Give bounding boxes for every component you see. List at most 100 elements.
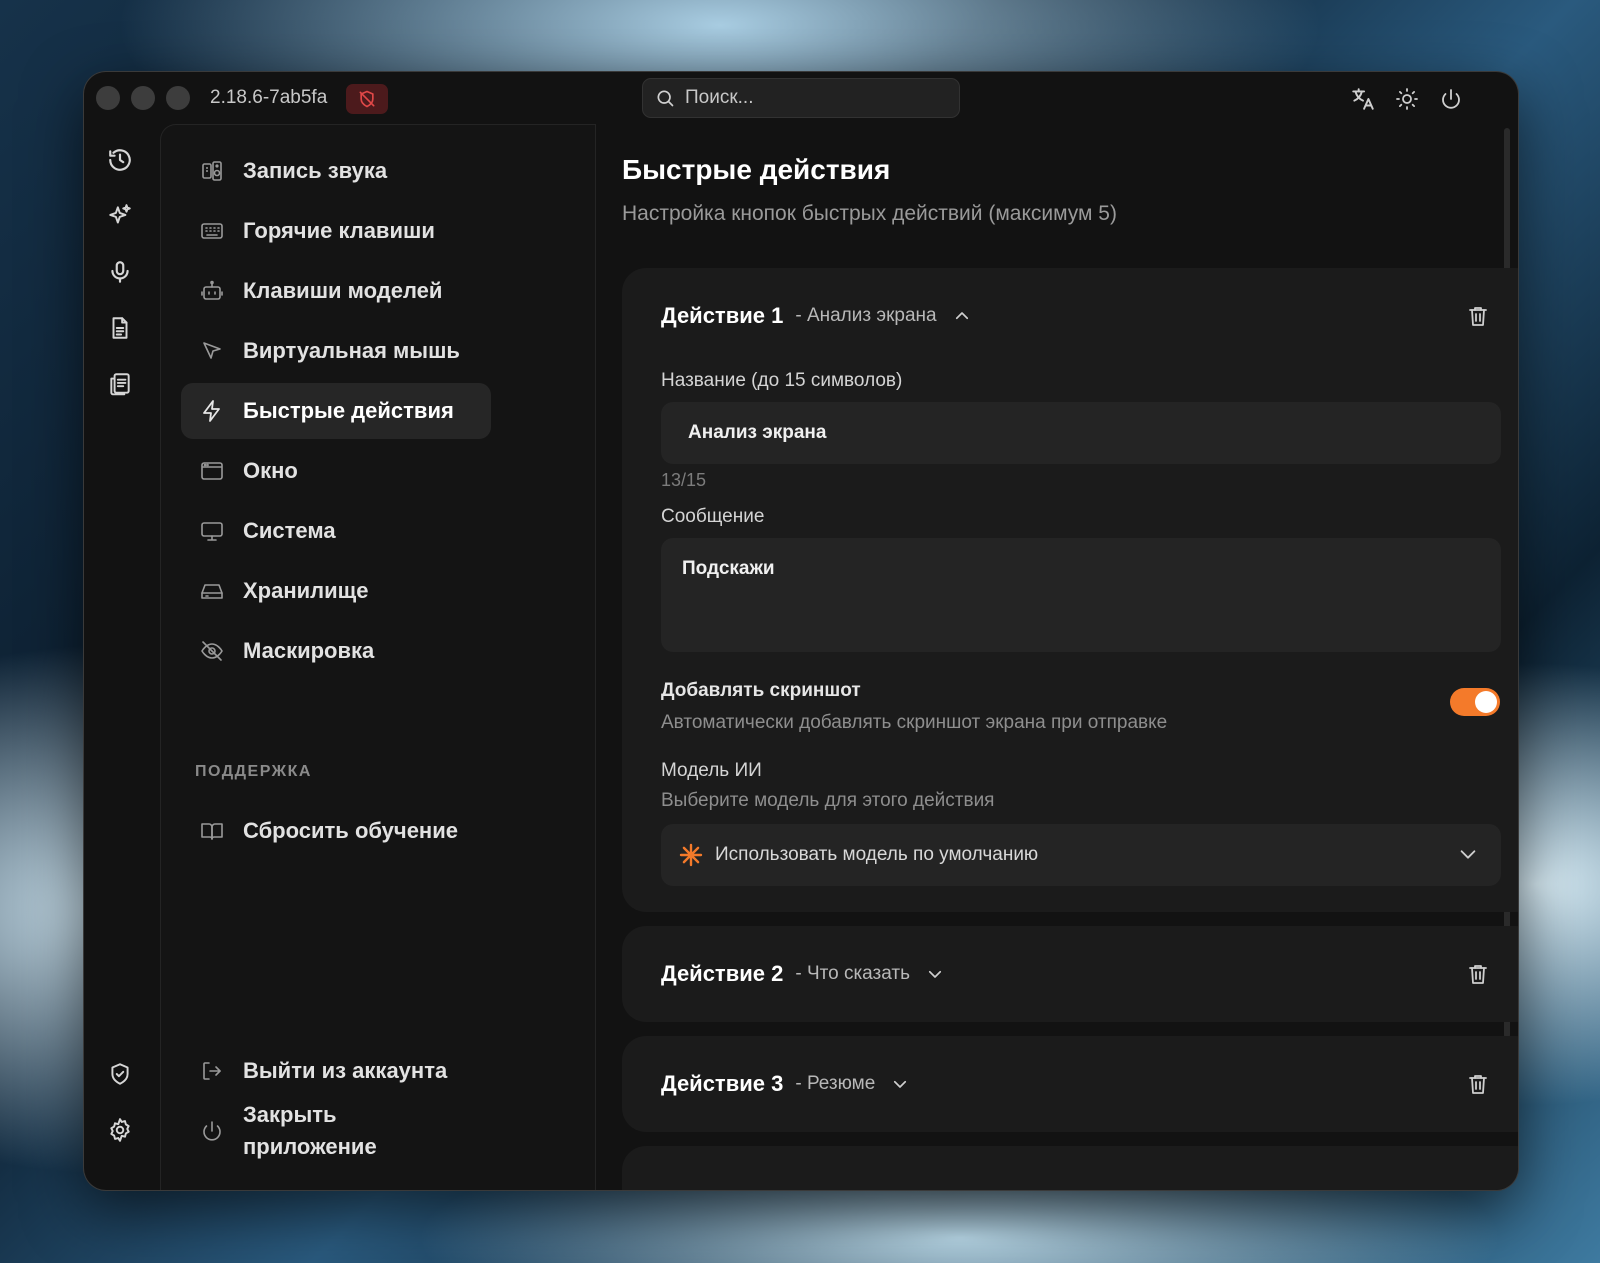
action-card-2: Действие 2 - Что сказать <box>622 926 1518 1022</box>
zoom-window-button[interactable] <box>166 86 190 110</box>
sidebar-item-label: Выйти из аккаунта <box>243 1058 448 1083</box>
settings-sidebar: Запись звука Горячие клавиши Клавиши мод… <box>160 124 596 1190</box>
action-card-1: Действие 1 - Анализ экрана Название (до … <box>622 268 1518 912</box>
action-subtitle: - Резюме <box>795 1073 876 1094</box>
monitor-icon <box>201 522 223 541</box>
rail-security[interactable] <box>106 1060 134 1088</box>
sidebar-item-label: Маскировка <box>243 638 375 663</box>
shield-off-badge[interactable] <box>346 84 388 114</box>
rail-history[interactable] <box>106 146 134 174</box>
power-button[interactable] <box>1438 86 1464 112</box>
microphone-icon <box>111 261 129 283</box>
action-card-header[interactable]: Действие 2 - Что сказать <box>661 926 944 1022</box>
trash-icon <box>1469 307 1487 326</box>
sidebar-item-hotkeys[interactable]: Горячие клавиши <box>181 203 491 259</box>
sidebar-item-system[interactable]: Система <box>181 503 491 559</box>
search-icon <box>657 90 674 107</box>
app-version: 2.18.6-7ab5fa <box>210 87 328 108</box>
shield-off-icon <box>359 90 375 108</box>
action-subtitle: - Что сказать <box>795 963 910 984</box>
action-card-3: Действие 3 - Резюме <box>622 1036 1518 1132</box>
rail-settings[interactable] <box>106 1116 134 1144</box>
action-card-4-partial <box>622 1146 1518 1190</box>
sidebar-item-label: Окно <box>243 458 298 483</box>
delete-action-button[interactable] <box>1464 302 1492 330</box>
power-icon <box>203 1121 221 1141</box>
page-title: Быстрые действия <box>622 154 891 185</box>
toggle-knob <box>1475 691 1497 713</box>
close-window-button[interactable] <box>96 86 120 110</box>
sidebar-item-quick-actions[interactable]: Быстрые действия <box>181 383 491 439</box>
theme-toggle-button[interactable] <box>1394 86 1420 112</box>
chevron-down-icon <box>894 1080 907 1088</box>
screenshot-label: Добавлять скриншот <box>661 680 861 701</box>
translate-icon <box>1352 88 1374 110</box>
sidebar-item-storage[interactable]: Хранилище <box>181 563 491 619</box>
trash-icon <box>1469 1075 1487 1094</box>
sparkles-icon <box>109 204 131 224</box>
name-char-counter: 13/15 <box>661 470 707 490</box>
sidebar-item-audio-recording[interactable]: Запись звука <box>181 143 491 199</box>
sidebar-item-quit-app[interactable]: Закрыть приложение <box>181 1089 491 1173</box>
delete-action-button[interactable] <box>1464 1070 1492 1098</box>
sun-icon <box>1396 88 1418 110</box>
sidebar-item-label: Запись звука <box>243 158 388 183</box>
history-icon <box>109 149 131 171</box>
sidebar-item-reset-onboarding[interactable]: Сбросить обучение <box>181 803 491 859</box>
screenshot-toggle[interactable] <box>1450 688 1500 716</box>
sidebar-item-window[interactable]: Окно <box>181 443 491 499</box>
sidebar-item-label: Виртуальная мышь <box>243 338 460 363</box>
action-card-header[interactable]: Действие 3 - Резюме <box>661 1036 909 1132</box>
logout-icon <box>203 1062 221 1080</box>
document-icon <box>112 317 128 339</box>
minimize-window-button[interactable] <box>131 86 155 110</box>
sidebar-item-label: Хранилище <box>243 578 369 603</box>
sidebar-item-label: Горячие клавиши <box>243 218 435 243</box>
sidebar-item-model-keys[interactable]: Клавиши моделей <box>181 263 491 319</box>
action-title: Действие 2 <box>661 961 784 986</box>
chevron-down-icon <box>1460 850 1476 859</box>
shield-check-icon <box>111 1063 129 1085</box>
app-window: 2.18.6-7ab5fa Поиск... Запись звука Горя… <box>84 72 1518 1190</box>
chevron-up-icon <box>955 312 968 320</box>
notes-icon <box>110 373 130 396</box>
icon-rail <box>84 124 160 1190</box>
window-icon <box>201 462 223 480</box>
bot-icon <box>201 280 223 300</box>
rail-notes[interactable] <box>106 370 134 398</box>
cursor-icon <box>203 342 221 359</box>
action-card-header[interactable]: Действие 1 - Анализ экрана <box>661 268 971 364</box>
search-input[interactable] <box>685 87 925 109</box>
power-icon <box>1442 89 1460 109</box>
lightning-icon <box>203 400 220 422</box>
rail-documents[interactable] <box>106 314 134 342</box>
translate-button[interactable] <box>1350 86 1376 112</box>
sidebar-item-masking[interactable]: Маскировка <box>181 623 491 679</box>
ai-model-label: Модель ИИ <box>661 760 762 781</box>
action-name-input[interactable] <box>661 402 1501 464</box>
chevron-down-icon <box>928 970 942 978</box>
titlebar: 2.18.6-7ab5fa <box>84 72 1518 124</box>
page-subtitle: Настройка кнопок быстрых действий (макси… <box>622 202 1117 225</box>
action-message-textarea[interactable]: Подскажи <box>661 538 1501 652</box>
storage-icon <box>201 584 223 599</box>
gear-icon <box>110 1118 130 1142</box>
trash-icon <box>1469 965 1487 984</box>
search-box[interactable] <box>642 78 960 118</box>
ai-model-description: Выберите модель для этого действия <box>661 790 995 811</box>
keyboard-icon <box>201 223 223 239</box>
sidebar-item-virtual-mouse[interactable]: Виртуальная мышь <box>181 323 491 379</box>
support-section-label: ПОДДЕРЖКА <box>195 763 312 780</box>
name-field-label: Название (до 15 символов) <box>661 370 903 391</box>
delete-action-button[interactable] <box>1464 960 1492 988</box>
sidebar-item-label: Сбросить обучение <box>243 818 458 843</box>
rail-microphone[interactable] <box>106 258 134 286</box>
screenshot-description: Автоматически добавлять скриншот экрана … <box>661 712 1168 733</box>
sidebar-item-label: Быстрые действия <box>243 398 454 423</box>
action-subtitle: - Анализ экрана <box>795 305 937 326</box>
rail-ai[interactable] <box>106 202 134 230</box>
sidebar-item-label: Клавиши моделей <box>243 278 443 303</box>
asterisk-icon <box>679 843 703 867</box>
ai-model-select[interactable]: Использовать модель по умолчанию <box>661 824 1501 886</box>
action-title: Действие 1 <box>661 303 784 328</box>
